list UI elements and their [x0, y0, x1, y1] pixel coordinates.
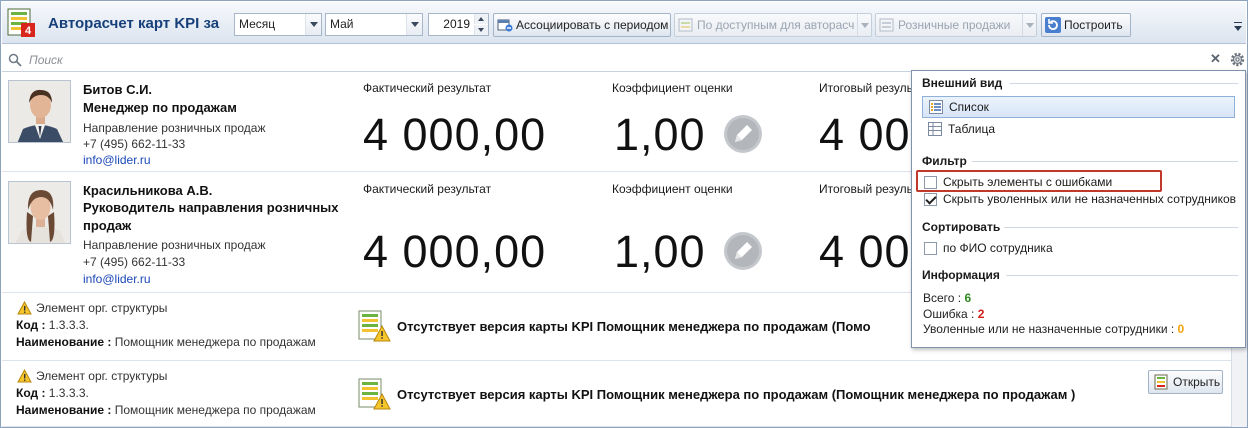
org-item-card[interactable]: Элемент орг. структуры Код : 1.3.3.3. На…: [2, 362, 1231, 427]
employee-phone: +7 (495) 662-11-33: [83, 137, 186, 151]
missing-kpi-message: Отсутствует версия карты KPI Помощник ме…: [397, 319, 871, 334]
kpi-card-warning-icon: [358, 310, 391, 342]
gear-icon[interactable]: [1229, 51, 1246, 68]
employee-email-link[interactable]: info@lider.ru: [83, 153, 151, 167]
sort-section-title: Сортировать: [922, 220, 1238, 234]
info-total: Всего : 6: [923, 291, 972, 305]
hide-fired-label[interactable]: Скрыть уволенных или не назначенных сотр…: [943, 192, 1236, 206]
view-list-option[interactable]: Список: [922, 96, 1235, 118]
year-value: 2019: [443, 17, 470, 31]
list-view-icon: [929, 100, 943, 114]
org-item-type: Элемент орг. структуры: [36, 369, 168, 383]
total-count: 6: [964, 291, 972, 305]
total-result-label: Итоговый резуль: [819, 81, 913, 95]
employee-email-link[interactable]: info@lider.ru: [83, 272, 151, 286]
org-item-code: Код : 1.3.3.3.: [16, 318, 89, 332]
missing-kpi-message: Отсутствует версия карты KPI Помощник ме…: [397, 387, 1076, 402]
org-structure-icon: [879, 18, 894, 32]
total-result-value: 4 00: [819, 109, 911, 160]
fact-result-label: Фактический результат: [363, 81, 492, 95]
available-filter-dropdown[interactable]: По доступным для авторасч: [674, 13, 872, 37]
open-button[interactable]: Открыть: [1148, 370, 1223, 394]
search-bar[interactable]: Поиск ✕: [2, 48, 1229, 72]
employee-position: Руководитель направления розничных прода…: [83, 200, 339, 233]
options-panel: Внешний вид Список Таблица Фильтр Скрыть…: [911, 70, 1246, 348]
employee-name: Красильникова А.В.: [83, 183, 213, 198]
department-dropdown[interactable]: Розничные продажи: [875, 13, 1037, 37]
kpi-app-icon: 4: [7, 8, 35, 37]
view-list-label: Список: [949, 100, 989, 114]
view-table-option[interactable]: Таблица: [922, 119, 1235, 141]
sort-fio-label[interactable]: по ФИО сотрудника: [943, 241, 1053, 255]
fact-result-value: 4 000,00: [363, 226, 547, 277]
period-type-value: Месяц: [239, 17, 276, 31]
chevron-down-icon[interactable]: [406, 14, 422, 35]
coef-label: Коэффициент оценки: [612, 182, 733, 196]
info-errors: Ошибка : 2: [923, 307, 985, 321]
sort-fio-checkbox[interactable]: [924, 242, 937, 255]
available-filter-label: По доступным для авторасч: [697, 18, 855, 32]
highlight-box: [916, 170, 1162, 192]
coef-label: Коэффициент оценки: [612, 81, 733, 95]
build-button[interactable]: Построить: [1041, 13, 1131, 37]
kpi-card-warning-icon: [358, 378, 391, 410]
clear-search-icon[interactable]: ✕: [1210, 51, 1221, 67]
filter-table-icon: [678, 18, 693, 32]
department-label: Розничные продажи: [898, 18, 1011, 32]
view-section-title: Внешний вид: [922, 76, 1238, 90]
total-result-label: Итоговый резуль: [819, 182, 913, 196]
table-view-icon: [928, 122, 942, 136]
associate-period-button[interactable]: Ассоциировать с периодом: [493, 13, 671, 37]
month-value: Май: [330, 17, 354, 31]
toolbar: 4 Авторасчет карт KPI за Месяц Май 2019 …: [2, 2, 1246, 44]
edit-pencil-icon[interactable]: [723, 231, 763, 271]
employee-department: Направление розничных продаж: [83, 121, 266, 135]
hide-fired-checkbox[interactable]: [924, 193, 937, 206]
org-item-name: Наименование : Помощник менеджера по про…: [16, 335, 316, 349]
period-type-select[interactable]: Месяц: [234, 13, 322, 36]
filter-section-title: Фильтр: [922, 154, 1238, 168]
info-section-title: Информация: [922, 268, 1238, 282]
chevron-down-icon[interactable]: [857, 14, 871, 36]
build-label: Построить: [1064, 18, 1123, 32]
employee-department: Направление розничных продаж: [83, 238, 266, 252]
chevron-down-icon[interactable]: [1022, 14, 1036, 36]
spin-up-icon[interactable]: [474, 14, 488, 24]
app-badge: 4: [25, 25, 32, 37]
info-fired: Уволенные или не назначенные сотрудники …: [923, 322, 1185, 336]
chevron-down-icon[interactable]: [305, 14, 321, 35]
org-item-code: Код : 1.3.3.3.: [16, 386, 89, 400]
employee-name: Битов С.И.: [83, 82, 153, 97]
associate-period-label: Ассоциировать с периодом: [516, 18, 669, 32]
coef-value: 1,00: [614, 109, 706, 160]
avatar: [8, 80, 71, 143]
year-spinner[interactable]: 2019: [428, 13, 489, 36]
search-icon: [8, 53, 22, 67]
employee-position: Менеджер по продажам: [83, 100, 237, 115]
avatar: [8, 181, 71, 244]
toolbar-overflow-icon[interactable]: [1232, 16, 1244, 34]
error-count: 2: [977, 307, 985, 321]
fact-result-value: 4 000,00: [363, 109, 547, 160]
employee-phone: +7 (495) 662-11-33: [83, 255, 186, 269]
edit-pencil-icon[interactable]: [723, 114, 763, 154]
refresh-icon: [1045, 17, 1061, 33]
open-card-icon: [1154, 374, 1168, 390]
coef-value: 1,00: [614, 226, 706, 277]
month-select[interactable]: Май: [325, 13, 423, 36]
search-placeholder: Поиск: [29, 53, 63, 67]
fired-count: 0: [1177, 322, 1185, 336]
fact-result-label: Фактический результат: [363, 182, 492, 196]
org-item-name: Наименование : Помощник менеджера по про…: [16, 403, 316, 417]
org-item-type: Элемент орг. структуры: [36, 301, 168, 315]
total-result-value: 4 00: [819, 226, 911, 277]
page-title: Авторасчет карт KPI за: [48, 15, 220, 32]
open-label: Открыть: [1173, 375, 1221, 389]
calendar-link-icon: [497, 19, 513, 32]
spin-down-icon[interactable]: [474, 25, 488, 35]
view-table-label: Таблица: [948, 122, 996, 136]
app-window: 4 Авторасчет карт KPI за Месяц Май 2019 …: [0, 0, 1248, 428]
